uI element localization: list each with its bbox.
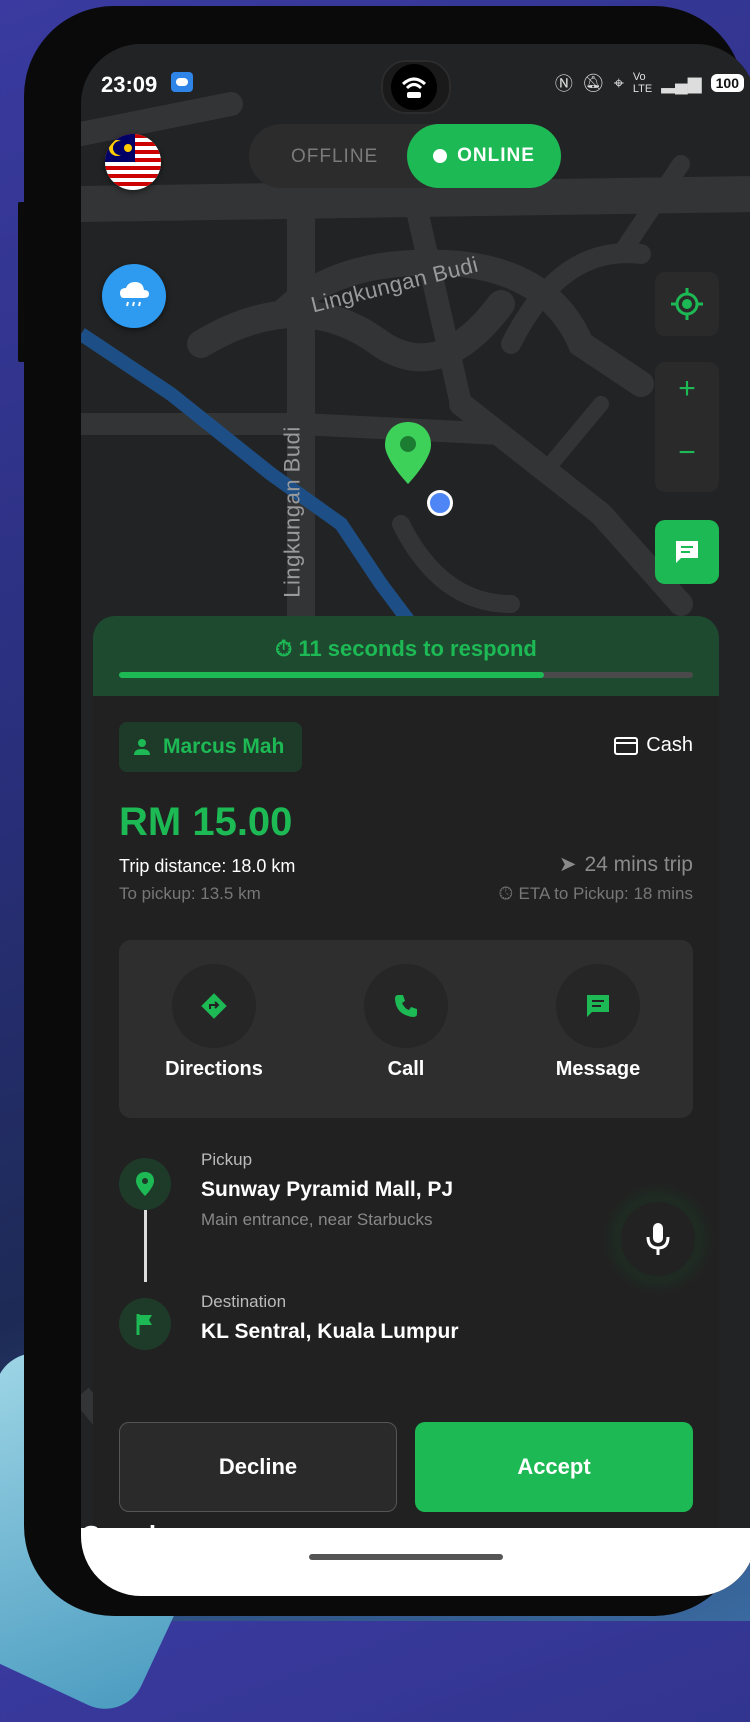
voice-input-button[interactable] (621, 1202, 695, 1276)
cloud-notification-icon (171, 72, 193, 92)
destination-pin-icon (385, 422, 431, 484)
app-screen: Lingkungan Budi Lingkungan Budi 23:09 Ⓝ … (81, 44, 750, 1596)
clock: 23:09 (101, 72, 158, 97)
phone-icon (364, 964, 448, 1048)
response-timer: ⏱ 11 seconds to respond (93, 616, 719, 696)
quick-actions: Directions Call Message (119, 940, 693, 1118)
pickup-name: Sunway Pyramid Mall, PJ (201, 1178, 454, 1201)
my-location-button[interactable] (655, 272, 719, 336)
online-option[interactable]: ONLINE (407, 124, 561, 188)
stopwatch-icon: ⏱ (275, 636, 293, 661)
person-icon (134, 739, 150, 755)
mute-icon: 🔕︎ (581, 72, 605, 93)
street-label: Lingkungan Budi (279, 426, 305, 598)
nfc-icon: Ⓝ (554, 74, 573, 94)
message-icon (556, 964, 640, 1048)
phone-frame: Lingkungan Budi Lingkungan Budi 23:09 Ⓝ … (24, 6, 750, 1616)
directions-icon (172, 964, 256, 1048)
card-icon (614, 736, 639, 755)
directions-button[interactable]: Directions (119, 940, 309, 1118)
weather-rain-icon[interactable] (102, 264, 166, 328)
zoom-controls: + − (655, 362, 719, 492)
call-button[interactable]: Call (311, 940, 501, 1118)
countdown-text: ⏱ 11 seconds to respond (275, 636, 537, 661)
countdown-progress (119, 672, 693, 678)
navigation-arrow-icon: ➤ (558, 853, 577, 876)
destination-caption: Destination (201, 1292, 287, 1311)
offline-option[interactable]: OFFLINE (291, 146, 378, 168)
hotspot-icon (391, 64, 437, 110)
payment-method: Cash (614, 734, 693, 757)
zoom-in-button[interactable]: + (655, 372, 719, 406)
message-button[interactable]: Message (503, 940, 693, 1118)
crosshair-icon (671, 288, 703, 320)
clock-icon: 🕓︎ (499, 884, 513, 903)
malaysia-flag-icon[interactable] (105, 134, 161, 190)
microphone-icon (646, 1223, 670, 1255)
pickup-marker-icon (119, 1158, 171, 1210)
destination-flag-icon (119, 1298, 171, 1350)
trip-duration: ➤ 24 mins trip (558, 852, 693, 877)
pickup-eta: 🕓︎ ETA to Pickup: 18 mins (499, 884, 693, 903)
pickup-distance: To pickup: 13.5 km (119, 884, 261, 903)
location-icon: ⌖ (613, 72, 624, 93)
volte-icon: Vo LTE (632, 71, 653, 95)
zoom-out-button[interactable]: − (655, 436, 719, 470)
current-location-dot (427, 490, 453, 516)
decline-button[interactable]: Decline (119, 1422, 397, 1512)
status-bar: 23:09 Ⓝ 🔕︎ ⌖ Vo LTE ▂▄▆ 100 (81, 44, 750, 124)
fare-amount: RM 15.00 (119, 800, 293, 844)
online-dot-icon (433, 149, 448, 163)
countdown-progress-fill (119, 672, 544, 678)
5g-signal-icon: ▂▄▆ (661, 72, 702, 93)
chat-icon (676, 541, 698, 563)
battery-icon: 100 (710, 74, 744, 92)
chat-button[interactable] (655, 520, 719, 584)
navigation-bar (81, 1528, 750, 1596)
destination-name: KL Sentral, Kuala Lumpur (201, 1320, 459, 1343)
ride-request-panel: ⏱ 11 seconds to respond Marcus Mah Cash … (93, 616, 719, 1596)
accept-button[interactable]: Accept (415, 1422, 693, 1512)
pickup-note: Main entrance, near Starbucks (201, 1210, 433, 1229)
status-icons: Ⓝ 🔕︎ ⌖ Vo LTE ▂▄▆ 100 (555, 70, 744, 96)
pickup-caption: Pickup (201, 1150, 253, 1169)
rider-chip[interactable]: Marcus Mah (119, 722, 303, 772)
availability-toggle[interactable]: OFFLINE ONLINE (249, 124, 561, 188)
trip-distance: Trip distance: 18.0 km (119, 856, 296, 876)
home-indicator[interactable] (309, 1554, 503, 1560)
rider-name: Marcus Mah (163, 735, 285, 758)
route-connector (144, 1210, 147, 1282)
online-label: ONLINE (457, 145, 535, 166)
